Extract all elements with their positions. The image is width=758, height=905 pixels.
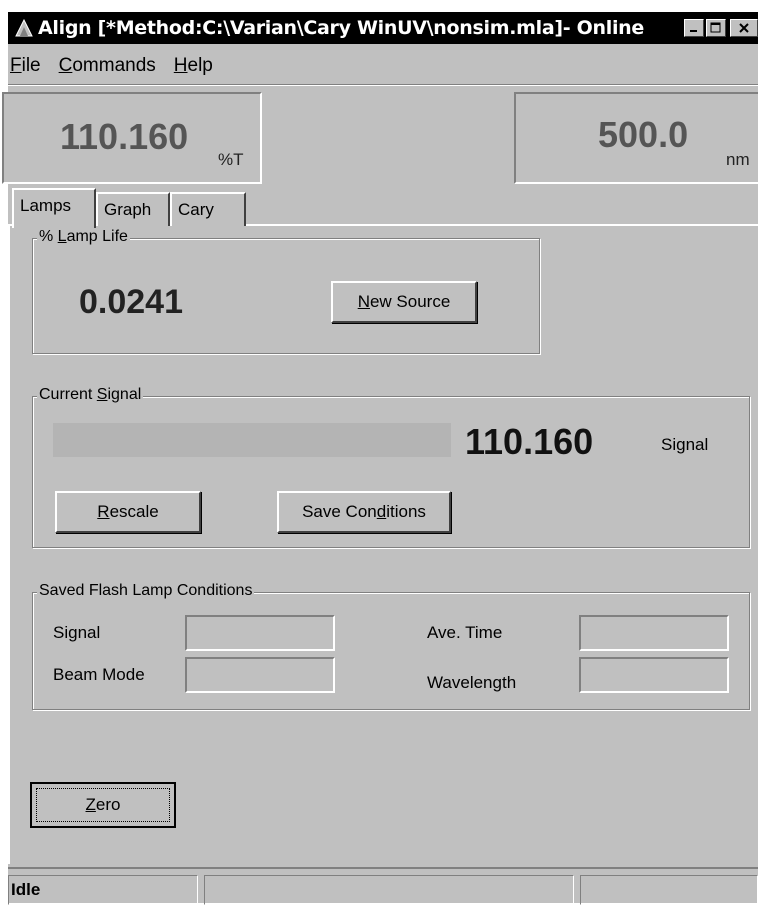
title-bar[interactable]: Align [*Method:C:\Varian\Cary WinUV\nons… — [8, 12, 758, 44]
wavelength-readout: 500.0 nm — [514, 92, 758, 184]
menu-separator — [8, 84, 758, 86]
menu-bar: File Commands Help — [8, 52, 758, 80]
signal-unit-label: Signal — [661, 435, 709, 454]
minimize-button[interactable] — [684, 19, 704, 37]
saved-ave-time-field — [579, 615, 729, 651]
wavelength-value: 500.0 — [598, 114, 689, 155]
saved-wavelength-label: Wavelength — [427, 673, 517, 692]
minimize-icon — [690, 30, 697, 32]
saved-ave-time-label: Ave. Time — [427, 623, 503, 642]
wavelength-unit: nm — [726, 150, 750, 169]
menu-help[interactable]: Help — [174, 55, 213, 77]
saved-signal-label: Signal — [53, 623, 101, 642]
menu-file-label: ile — [21, 55, 41, 76]
lamp-life-value: 0.0241 — [79, 283, 183, 321]
menu-file[interactable]: File — [10, 55, 41, 77]
current-signal-legend-accel: S — [96, 386, 108, 403]
lamp-life-legend-text: % Lamp Life — [39, 228, 128, 245]
menu-help-label: elp — [187, 55, 213, 76]
tab-lamps[interactable]: Lamps — [12, 188, 96, 228]
tab-body-edge — [8, 224, 10, 864]
close-icon — [739, 23, 749, 33]
new-source-button[interactable]: New Source — [331, 281, 477, 323]
app-lamp-icon[interactable] — [10, 14, 38, 42]
save-conditions-label-pre: Save Con — [302, 502, 377, 521]
transmittance-readout: 110.160 %T — [2, 92, 262, 184]
menu-commands-accel: C — [58, 55, 73, 76]
align-window: Align [*Method:C:\Varian\Cary WinUV\nons… — [2, 12, 758, 905]
menu-commands-label: ommands — [72, 55, 156, 76]
current-signal-legend-post: ignal — [107, 386, 142, 403]
tab-cary-label: Cary — [178, 200, 214, 219]
save-conditions-accel: d — [376, 502, 387, 521]
zero-focus-ring — [36, 788, 170, 822]
rescale-accel: R — [97, 502, 110, 521]
status-state: Idle — [8, 875, 198, 905]
tab-lamps-label: Lamps — [20, 196, 72, 215]
maximize-button[interactable] — [706, 19, 726, 37]
tab-cary[interactable]: Cary — [170, 192, 246, 226]
transmittance-value: 110.160 — [60, 116, 189, 157]
status-bar: Idle — [8, 867, 758, 905]
window-title: Align [*Method:C:\Varian\Cary WinUV\nons… — [38, 17, 644, 39]
save-conditions-button[interactable]: Save Con d itions — [277, 491, 451, 533]
tab-graph[interactable]: Graph — [96, 192, 170, 226]
lamp-life-group: % Lamp Life 0.0241 New Source — [32, 228, 540, 354]
menu-commands[interactable]: Commands — [59, 55, 156, 77]
status-cell-3 — [580, 875, 758, 905]
rescale-label: escale — [109, 502, 159, 521]
status-cell-2 — [204, 875, 574, 905]
signal-value: 110.160 — [465, 421, 594, 462]
menu-help-accel: H — [173, 55, 188, 76]
signal-bar — [53, 423, 451, 457]
zero-button[interactable]: Zero — [30, 782, 176, 828]
save-conditions-label-post: itions — [386, 502, 426, 521]
current-signal-legend-pre: Current — [39, 386, 97, 403]
rescale-button[interactable]: Rescale — [55, 491, 201, 533]
saved-conditions-legend: Saved Flash Lamp Conditions — [37, 582, 255, 600]
menu-file-accel: F — [10, 55, 22, 76]
current-signal-legend: Current Signal — [37, 386, 144, 404]
current-signal-group: Current Signal 110.160 Signal Rescale Sa… — [32, 386, 750, 548]
new-source-accel: N — [357, 292, 370, 311]
saved-wavelength-field — [579, 657, 729, 693]
saved-signal-field — [185, 615, 335, 651]
close-button[interactable] — [730, 19, 758, 37]
lamp-life-legend: % Lamp Life — [37, 228, 130, 246]
maximize-icon — [710, 22, 721, 33]
saved-beam-mode-field — [185, 657, 335, 693]
saved-beam-mode-label: Beam Mode — [53, 665, 145, 684]
saved-conditions-group: Saved Flash Lamp Conditions Signal Beam … — [32, 582, 750, 710]
tab-graph-label: Graph — [104, 200, 152, 219]
new-source-label: ew Source — [369, 292, 451, 311]
transmittance-unit: %T — [218, 150, 244, 169]
